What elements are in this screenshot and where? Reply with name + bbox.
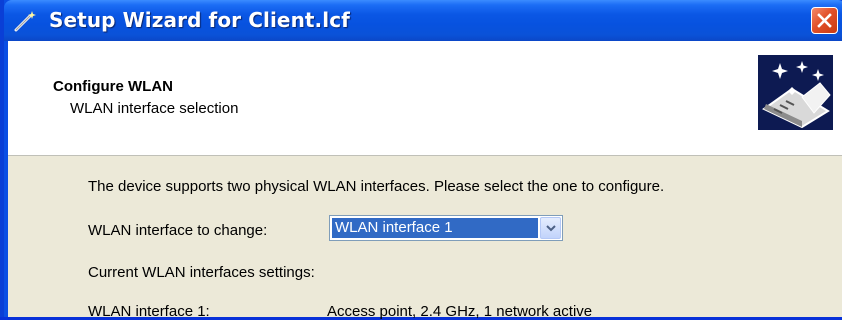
- wizard-wand-icon: [13, 9, 39, 33]
- interface-row-value: Access point, 2.4 GHz, 1 network active: [327, 303, 593, 320]
- interface-select-value[interactable]: WLAN interface 1: [332, 218, 538, 238]
- interface-label: WLAN interface to change:: [88, 222, 268, 239]
- close-button[interactable]: [811, 7, 838, 34]
- wizard-body: The device supports two physical WLAN in…: [8, 156, 842, 320]
- wizard-header-icon: [758, 55, 833, 130]
- wizard-window: Setup Wizard for Client.lcf Configure WL…: [0, 0, 842, 320]
- title-bar[interactable]: Setup Wizard for Client.lcf: [4, 0, 842, 41]
- dropdown-button[interactable]: [540, 217, 561, 239]
- interface-row-name: WLAN interface 1:: [88, 303, 210, 320]
- page-subtitle: WLAN interface selection: [70, 100, 239, 117]
- close-icon: [817, 13, 832, 28]
- page-title: Configure WLAN: [53, 78, 173, 95]
- current-settings-label: Current WLAN interfaces settings:: [88, 264, 315, 281]
- chevron-down-icon: [546, 225, 556, 232]
- intro-text: The device supports two physical WLAN in…: [88, 178, 665, 195]
- wizard-header: Configure WLAN WLAN interface selection: [8, 41, 842, 156]
- interface-select[interactable]: WLAN interface 1: [329, 215, 563, 241]
- window-title: Setup Wizard for Client.lcf: [49, 8, 350, 32]
